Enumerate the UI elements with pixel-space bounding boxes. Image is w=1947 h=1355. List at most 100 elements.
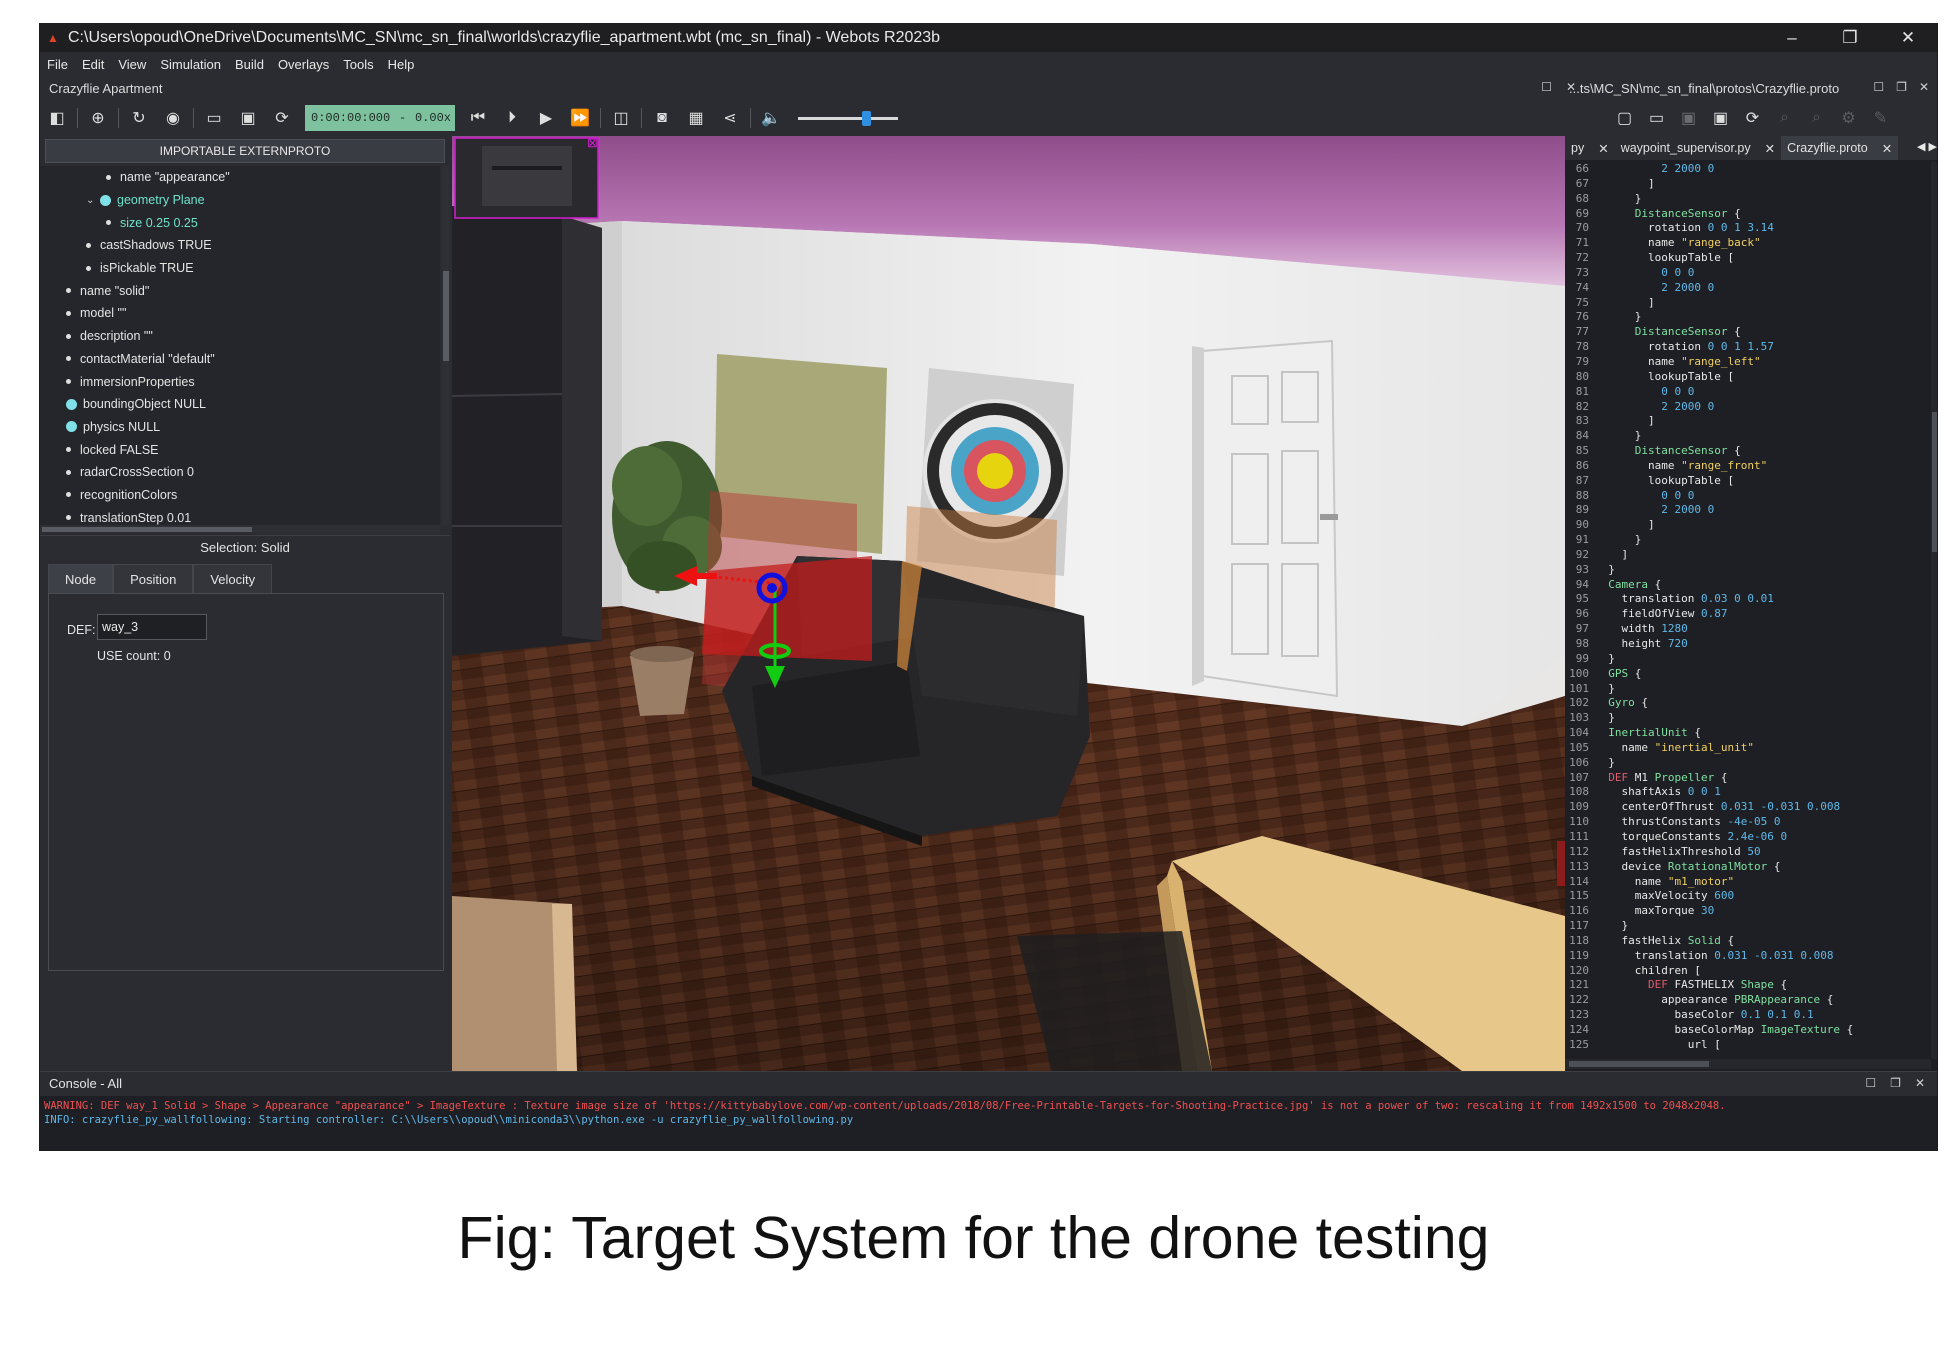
line-number: 92 — [1575, 547, 1589, 561]
tree-item[interactable]: translationStep 0.01 — [40, 506, 440, 525]
toolbar-separator — [641, 108, 642, 128]
share-icon[interactable]: ⋖ — [713, 104, 747, 132]
line-number: 113 — [1569, 859, 1589, 873]
overlay-close-icon[interactable]: ⊠ — [587, 136, 598, 150]
scrollbar-thumb[interactable] — [443, 271, 449, 361]
menu-build[interactable]: Build — [228, 57, 271, 72]
line-number: 121 — [1569, 978, 1589, 992]
dock-float-icon[interactable]: ☐ — [1541, 80, 1552, 94]
new-file-icon[interactable]: ▢ — [1610, 104, 1639, 132]
code-line: 76 } — [1565, 310, 1933, 325]
tab-close-icon[interactable]: ✕ — [1765, 141, 1775, 156]
find-icon[interactable]: ⌕ — [1770, 104, 1799, 132]
def-name-input[interactable]: way_3 — [97, 614, 207, 640]
tree-item[interactable]: description "" — [40, 325, 440, 348]
record-movie-icon[interactable]: ▦ — [679, 104, 713, 132]
tree-item[interactable]: name "appearance" — [40, 166, 440, 189]
volume-slider[interactable] — [798, 107, 898, 129]
reset-simulation-icon[interactable]: ⏮ — [461, 104, 495, 132]
code-area[interactable]: 66 2 2000 0 67 ] 68 } 69 DistanceSensor {70… — [1565, 162, 1933, 1059]
replace-icon[interactable]: ⌕ — [1802, 104, 1831, 132]
tree-item[interactable]: boundingObject NULL — [40, 393, 440, 416]
tab-close-icon[interactable]: ✕ — [1598, 141, 1608, 156]
tree-item[interactable]: name "solid" — [40, 279, 440, 302]
simulation-time-display: 0:00:00:000 - 0.00x — [305, 105, 455, 131]
tree-item[interactable]: castShadows TRUE — [40, 234, 440, 257]
add-node-icon[interactable]: ⊕ — [81, 104, 115, 132]
editor-close-icon[interactable]: ✕ — [1919, 80, 1929, 94]
tab-velocity[interactable]: Velocity — [193, 564, 273, 594]
tab-node[interactable]: Node — [48, 564, 114, 594]
scene-tree-horizontal-scrollbar[interactable] — [40, 525, 440, 533]
chevron-down-icon[interactable]: ⌄ — [86, 195, 96, 206]
editor-tab-waypoint-supervisor[interactable]: waypoint_supervisor.py ✕ — [1615, 136, 1781, 160]
selected-waypoint-way-3[interactable] — [702, 556, 872, 661]
save-world-icon[interactable]: ▣ — [231, 104, 265, 132]
menu-overlays[interactable]: Overlays — [271, 57, 336, 72]
console-close-icon[interactable]: ✕ — [1915, 1076, 1925, 1090]
tab-position[interactable]: Position — [113, 564, 194, 594]
console-undock-icon[interactable]: ❐ — [1890, 1076, 1901, 1090]
tree-item[interactable]: radarCrossSection 0 — [40, 461, 440, 484]
revert-file-icon[interactable]: ⟳ — [1738, 104, 1767, 132]
tree-item[interactable]: isPickable TRUE — [40, 257, 440, 280]
menu-help[interactable]: Help — [381, 57, 422, 72]
step-icon[interactable]: ⏵ — [495, 104, 529, 132]
line-text: baseColorMap ImageTexture { — [1595, 1022, 1854, 1036]
tree-item[interactable]: contactMaterial "default" — [40, 348, 440, 371]
menu-edit[interactable]: Edit — [75, 57, 111, 72]
screenshot-camera-icon[interactable]: ◙ — [645, 104, 679, 132]
clean-brush-icon[interactable]: ✎ — [1866, 104, 1895, 132]
open-file-icon[interactable]: ▭ — [1642, 104, 1671, 132]
fast-forward-icon[interactable]: ⏩ — [563, 104, 597, 132]
line-text: name "range_front" — [1595, 458, 1768, 472]
reload-world-icon[interactable]: ⟳ — [265, 104, 299, 132]
3d-scene-render[interactable]: ⊠ — [452, 136, 1565, 1071]
editor-float-icon[interactable]: ☐ — [1873, 80, 1884, 94]
line-text: DEF M1 Propeller { — [1608, 770, 1728, 784]
minimize-button[interactable]: – — [1763, 24, 1821, 52]
scrollbar-thumb[interactable] — [1932, 412, 1937, 552]
scrollbar-thumb[interactable] — [42, 527, 252, 532]
toggle-scene-tree-icon[interactable]: ◧ — [40, 104, 74, 132]
render-toggle-icon[interactable]: ◫ — [604, 104, 638, 132]
editor-tab-crazyflie-proto[interactable]: Crazyflie.proto ✕ — [1781, 136, 1899, 160]
tree-item[interactable]: physics NULL — [40, 416, 440, 439]
menu-view[interactable]: View — [111, 57, 153, 72]
save-file-icon[interactable]: ▣ — [1674, 104, 1703, 132]
save-all-icon[interactable]: ▣ — [1706, 104, 1735, 132]
volume-slider-knob[interactable] — [862, 111, 871, 126]
figure-caption: Fig: Target System for the drone testing — [457, 1205, 1490, 1271]
console-float-icon[interactable]: ☐ — [1865, 1076, 1876, 1090]
importable-externproto-button[interactable]: IMPORTABLE EXTERNPROTO — [45, 139, 445, 163]
build-gear-icon[interactable]: ⚙ — [1834, 104, 1863, 132]
editor-undock-icon[interactable]: ❐ — [1896, 80, 1907, 94]
viewpoint-follow-icon[interactable]: ↻ — [122, 104, 156, 132]
close-button[interactable]: ✕ — [1879, 24, 1937, 52]
tree-item[interactable]: locked FALSE — [40, 438, 440, 461]
3d-viewport[interactable]: ⊠ — [452, 136, 1565, 1071]
line-text: name "m1_motor" — [1595, 874, 1735, 888]
tree-item-label: name "solid" — [80, 283, 150, 298]
volume-speaker-icon[interactable]: 🔈 — [754, 104, 788, 132]
menu-tools[interactable]: Tools — [336, 57, 380, 72]
play-icon[interactable]: ▶ — [529, 104, 563, 132]
scene-tree-vertical-scrollbar[interactable] — [442, 166, 450, 525]
console-output[interactable]: WARNING: DEF way_1 Solid > Shape > Appea… — [40, 1096, 1937, 1150]
menu-simulation[interactable]: Simulation — [153, 57, 228, 72]
view-visibility-icon[interactable]: ◉ — [156, 104, 190, 132]
editor-vertical-scrollbar[interactable] — [1931, 162, 1937, 1059]
open-world-icon[interactable]: ▭ — [197, 104, 231, 132]
tree-item[interactable]: recognitionColors — [40, 484, 440, 507]
menu-file[interactable]: File — [40, 57, 75, 72]
tree-item[interactable]: model "" — [40, 302, 440, 325]
tab-close-icon[interactable]: ✕ — [1882, 141, 1892, 156]
tree-item[interactable]: size 0.25 0.25 — [40, 211, 440, 234]
scrollbar-thumb[interactable] — [1569, 1061, 1709, 1067]
maximize-button[interactable]: ❐ — [1821, 24, 1879, 52]
tree-item[interactable]: ⌄ geometry Plane — [40, 189, 440, 212]
tab-scroll-arrows-icon[interactable]: ◀ ▶ — [1917, 140, 1937, 153]
editor-horizontal-scrollbar[interactable] — [1565, 1059, 1931, 1069]
tree-item[interactable]: immersionProperties — [40, 370, 440, 393]
editor-tab-py[interactable]: py ✕ — [1565, 136, 1615, 160]
